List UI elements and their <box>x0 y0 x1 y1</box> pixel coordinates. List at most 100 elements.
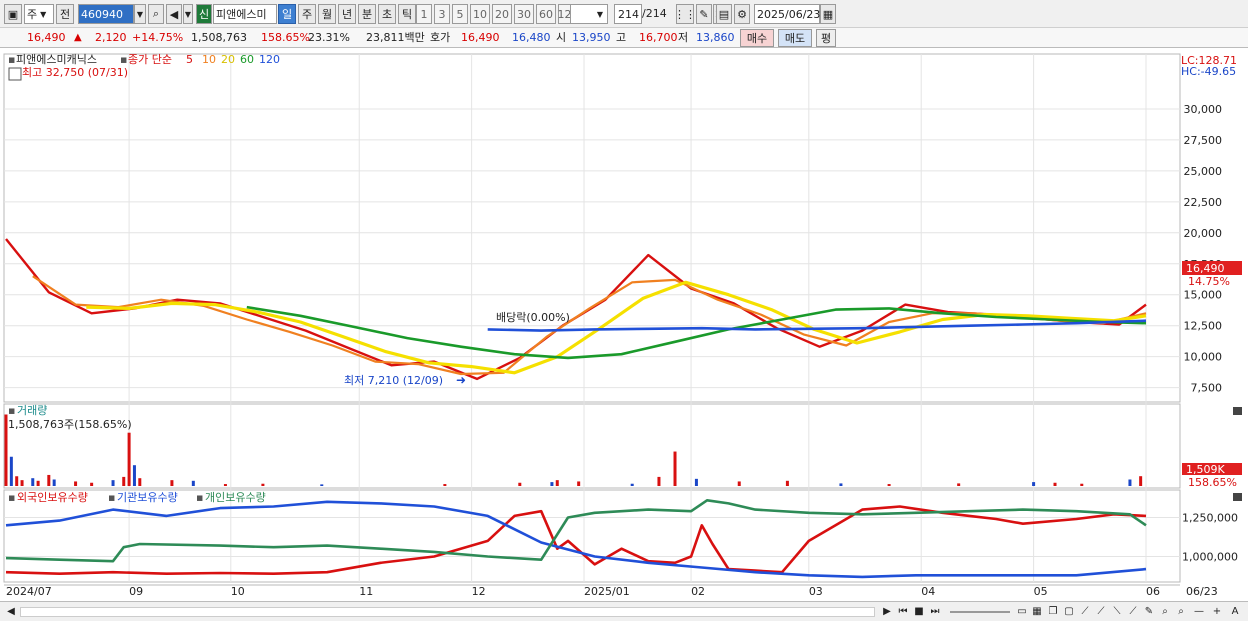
search-icon[interactable]: ⌕ <box>148 4 164 24</box>
low-label: 저 <box>678 31 689 44</box>
scroll-left-icon[interactable]: ◀ <box>4 605 18 619</box>
calc-icon[interactable] <box>8 67 22 81</box>
market-select[interactable]: 주 ▼ <box>24 4 54 24</box>
rewind-icon[interactable]: ⏮ <box>896 605 910 619</box>
period-tab[interactable]: 일 <box>278 4 296 24</box>
gear-icon[interactable]: ⚙ <box>734 4 750 24</box>
draw-fib-icon[interactable]: ⟋ <box>1126 605 1140 619</box>
close-icon[interactable] <box>1233 493 1242 501</box>
stock-name: 피앤에스미 <box>213 4 277 24</box>
close-icon[interactable] <box>1233 407 1242 415</box>
window-icon[interactable]: ▢ <box>1062 605 1076 619</box>
period-tab[interactable]: 분 <box>358 4 376 24</box>
volume-note: 1,508,763주(158.65%) <box>8 418 132 431</box>
pen-icon[interactable]: ✎ <box>1142 605 1156 619</box>
low-note: 최저 7,210 (12/09) <box>344 374 443 387</box>
draw-ray-icon[interactable]: ⟋ <box>1094 605 1108 619</box>
volume-bar <box>443 484 447 486</box>
quote-bar: 16,490 ▲ 2,120 +14.75% 1,508,763 158.65%… <box>0 28 1248 48</box>
blank-select[interactable]: ▼ <box>570 4 608 24</box>
code-dropdown-icon[interactable]: ▼ <box>134 4 146 24</box>
minus-icon[interactable]: — <box>1192 605 1206 619</box>
prev-button[interactable]: 전 <box>56 4 74 24</box>
y-tick-label: 15,000 <box>1184 289 1223 302</box>
y-tick-label: 22,500 <box>1184 196 1223 209</box>
period-tab[interactable]: 년 <box>338 4 356 24</box>
chart-canvas[interactable]: 30,00027,50025,00022,50020,00017,50015,0… <box>0 48 1248 603</box>
eval-button[interactable]: 평 <box>816 29 836 47</box>
stock-legend: 피앤에스미캐닉스 <box>16 53 97 66</box>
period-tab[interactable]: 주 <box>298 4 316 24</box>
count-input[interactable]: 214 <box>614 4 642 24</box>
chart-type-icon[interactable]: ⋮⋮ <box>674 4 696 24</box>
pane-marker: ▪ <box>8 404 15 417</box>
volume-title: 거래량 <box>17 404 47 417</box>
calendar-icon[interactable]: ▦ <box>820 4 836 24</box>
pct-tag-label: 14.75% <box>1188 275 1230 288</box>
volume-bar <box>550 482 554 486</box>
forward-icon[interactable]: ⏭ <box>928 605 942 619</box>
top-toolbar: ▣ 주 ▼ 전 460940 ▼ ⌕ ◀ ▼ 신 피앤에스미 일주월년분초틱 13… <box>0 0 1248 28</box>
up-arrow-icon: ▲ <box>74 32 82 43</box>
ma60-legend: 60 <box>240 53 254 66</box>
grid-icon[interactable]: ▦ <box>1030 605 1044 619</box>
x-tick-label: 11 <box>359 585 373 598</box>
copy-icon[interactable]: ❐ <box>1046 605 1060 619</box>
volume-bar <box>170 480 174 486</box>
volume-bar <box>1139 476 1143 486</box>
x-tick-label: 04 <box>921 585 935 598</box>
x-tick-label: 12 <box>472 585 486 598</box>
volume-bar <box>694 478 698 486</box>
speaker-icon[interactable]: ◀ <box>166 4 182 24</box>
stop-icon[interactable]: ■ <box>912 605 926 619</box>
bid-price: 16,480 <box>512 31 551 44</box>
volume-bar <box>132 465 136 486</box>
period-tab[interactable]: 월 <box>318 4 336 24</box>
volume-bar <box>785 480 789 486</box>
x-tick-label: 10 <box>231 585 245 598</box>
pane-marker: ▪ <box>196 491 203 504</box>
y-tick-label: 25,000 <box>1184 165 1223 178</box>
volume-bar <box>630 483 634 486</box>
interval-tab[interactable]: 60 <box>536 4 556 24</box>
period-tab[interactable]: 틱 <box>398 4 416 24</box>
draw-trend-icon[interactable]: ⟍ <box>1110 605 1124 619</box>
interval-tab[interactable]: 20 <box>492 4 512 24</box>
interval-tab[interactable]: 1 <box>416 4 432 24</box>
date-input[interactable]: 2025/06/23 <box>754 4 820 24</box>
y-tick-label: 10,000 <box>1184 351 1223 364</box>
low-arrow-icon: ➜ <box>456 373 466 387</box>
volume-bar <box>957 483 961 486</box>
change-percent: +14.75% <box>132 31 184 44</box>
plus-icon[interactable]: + <box>1210 605 1224 619</box>
volume-bar <box>127 432 131 486</box>
zoom-icon[interactable]: ⌕ <box>1158 605 1172 619</box>
interval-tab[interactable]: 30 <box>514 4 534 24</box>
y-tick-label: 7,500 <box>1191 382 1223 395</box>
x-tick-label: 06/23 <box>1186 585 1218 598</box>
code-input[interactable]: 460940 <box>78 4 134 24</box>
interval-tab[interactable]: 10 <box>470 4 490 24</box>
interval-tab[interactable]: 5 <box>452 4 468 24</box>
search-icon[interactable]: ⌕ <box>1174 605 1188 619</box>
horizontal-scrollbar[interactable] <box>20 607 875 617</box>
vol-pct-tag-label: 158.65% <box>1188 476 1237 489</box>
buy-button[interactable]: 매수 <box>740 29 774 47</box>
vol-tag-label: 1,509K <box>1186 463 1225 476</box>
volume-bar <box>90 482 94 486</box>
font-size-icon[interactable]: A <box>1228 605 1242 619</box>
speaker-dropdown-icon[interactable]: ▼ <box>183 4 193 24</box>
sell-button[interactable]: 매도 <box>778 29 812 47</box>
layout-icon[interactable]: ▭ <box>1015 605 1029 619</box>
volume-bar <box>887 484 891 486</box>
period-tab[interactable]: 초 <box>378 4 396 24</box>
interval-tab[interactable]: 3 <box>434 4 450 24</box>
volume-bar <box>9 456 13 486</box>
pen-icon[interactable]: ✎ <box>696 4 712 24</box>
play-icon[interactable]: ▶ <box>880 605 894 619</box>
chart-area[interactable]: 30,00027,50025,00022,50020,00017,50015,0… <box>0 48 1248 603</box>
save-icon[interactable]: ▤ <box>716 4 732 24</box>
window-icon[interactable]: ▣ <box>4 4 22 24</box>
zoom-slider[interactable] <box>950 611 1010 613</box>
draw-line-icon[interactable]: ⟋ <box>1078 605 1092 619</box>
